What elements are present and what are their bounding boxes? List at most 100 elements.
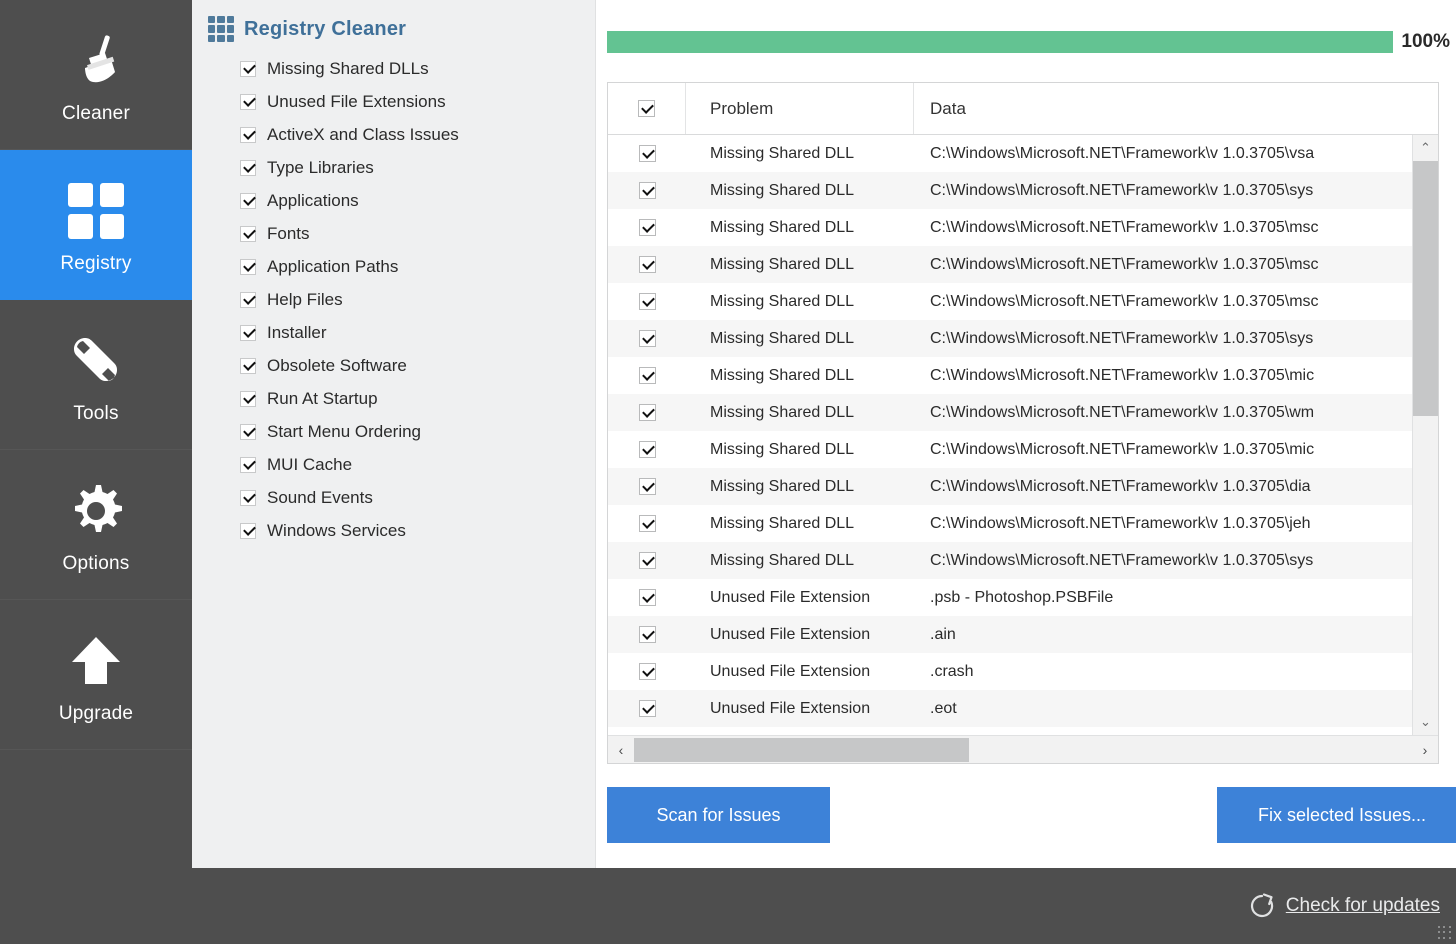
- checkbox-icon[interactable]: [638, 700, 656, 717]
- table-row[interactable]: Missing Shared DLL C:\Windows\Microsoft.…: [608, 246, 1412, 283]
- row-checkbox-cell[interactable]: [608, 441, 686, 458]
- horizontal-scrollbar[interactable]: ‹ ›: [608, 735, 1438, 763]
- select-all-checkbox-icon[interactable]: [638, 100, 655, 117]
- checkbox-icon[interactable]: [638, 663, 656, 680]
- table-row[interactable]: Missing Shared DLL C:\Windows\Microsoft.…: [608, 135, 1412, 172]
- table-row[interactable]: Missing Shared DLL C:\Windows\Microsoft.…: [608, 283, 1412, 320]
- row-checkbox-cell[interactable]: [608, 256, 686, 273]
- table-row[interactable]: Missing Shared DLL C:\Windows\Microsoft.…: [608, 394, 1412, 431]
- table-row[interactable]: Missing Shared DLL C:\Windows\Microsoft.…: [608, 431, 1412, 468]
- checkbox-icon[interactable]: [240, 489, 256, 506]
- checkbox-icon[interactable]: [638, 293, 656, 310]
- checkbox-icon[interactable]: [240, 60, 256, 77]
- checkbox-icon[interactable]: [240, 357, 256, 374]
- row-checkbox-cell[interactable]: [608, 515, 686, 532]
- column-header-problem[interactable]: Problem: [686, 83, 914, 134]
- horizontal-scrollbar-track[interactable]: [634, 736, 1412, 763]
- row-checkbox-cell[interactable]: [608, 478, 686, 495]
- checkbox-icon[interactable]: [240, 522, 256, 539]
- checkbox-icon[interactable]: [638, 256, 656, 273]
- check-item-help-files[interactable]: Help Files: [192, 283, 595, 316]
- check-item-type-libraries[interactable]: Type Libraries: [192, 151, 595, 184]
- vertical-scrollbar-track[interactable]: [1413, 161, 1438, 709]
- row-checkbox-cell[interactable]: [608, 293, 686, 310]
- table-row[interactable]: Missing Shared DLL C:\Windows\Microsoft.…: [608, 357, 1412, 394]
- check-item-obsolete-software[interactable]: Obsolete Software: [192, 349, 595, 382]
- table-row[interactable]: Missing Shared DLL C:\Windows\Microsoft.…: [608, 542, 1412, 579]
- sidebar-item-tools[interactable]: Tools: [0, 300, 192, 450]
- row-checkbox-cell[interactable]: [608, 367, 686, 384]
- row-checkbox-cell[interactable]: [608, 330, 686, 347]
- table-row[interactable]: Missing Shared DLL C:\Windows\Microsoft.…: [608, 209, 1412, 246]
- checkbox-icon[interactable]: [240, 192, 256, 209]
- checkbox-icon[interactable]: [240, 324, 256, 341]
- table-row[interactable]: Missing Shared DLL C:\Windows\Microsoft.…: [608, 172, 1412, 209]
- vertical-scrollbar[interactable]: ⌃ ⌄: [1412, 135, 1438, 735]
- sidebar-item-upgrade[interactable]: Upgrade: [0, 600, 192, 750]
- resize-grip-icon[interactable]: [1438, 926, 1452, 940]
- table-row[interactable]: Unused File Extension .eot: [608, 690, 1412, 727]
- check-item-unused-file-extensions[interactable]: Unused File Extensions: [192, 85, 595, 118]
- check-for-updates-link[interactable]: Check for updates: [1249, 893, 1440, 919]
- checkbox-icon[interactable]: [240, 291, 256, 308]
- checkbox-icon[interactable]: [240, 258, 256, 275]
- check-item-windows-services[interactable]: Windows Services: [192, 514, 595, 547]
- checkbox-icon[interactable]: [638, 182, 656, 199]
- select-all-cell[interactable]: [608, 83, 686, 134]
- checkbox-icon[interactable]: [638, 589, 656, 606]
- check-item-installer[interactable]: Installer: [192, 316, 595, 349]
- check-item-application-paths[interactable]: Application Paths: [192, 250, 595, 283]
- horizontal-scrollbar-thumb[interactable]: [634, 738, 969, 762]
- row-checkbox-cell[interactable]: [608, 663, 686, 680]
- check-item-run-at-startup[interactable]: Run At Startup: [192, 382, 595, 415]
- checkbox-icon[interactable]: [638, 626, 656, 643]
- fix-selected-issues-button[interactable]: Fix selected Issues...: [1217, 787, 1456, 843]
- scan-for-issues-button[interactable]: Scan for Issues: [607, 787, 830, 843]
- check-item-missing-shared-dlls[interactable]: Missing Shared DLLs: [192, 52, 595, 85]
- checkbox-icon[interactable]: [638, 515, 656, 532]
- row-checkbox-cell[interactable]: [608, 700, 686, 717]
- checkbox-icon[interactable]: [240, 159, 256, 176]
- scroll-left-icon[interactable]: ‹: [608, 742, 634, 758]
- table-row[interactable]: Unused File Extension .crash: [608, 653, 1412, 690]
- row-checkbox-cell[interactable]: [608, 626, 686, 643]
- row-checkbox-cell[interactable]: [608, 145, 686, 162]
- checkbox-icon[interactable]: [240, 423, 256, 440]
- column-header-data[interactable]: Data: [914, 99, 1438, 119]
- checkbox-icon[interactable]: [240, 390, 256, 407]
- sidebar-item-registry[interactable]: Registry: [0, 150, 192, 300]
- table-row[interactable]: Unused File Extension .psb - Photoshop.P…: [608, 579, 1412, 616]
- row-checkbox-cell[interactable]: [608, 404, 686, 421]
- checkbox-icon[interactable]: [638, 441, 656, 458]
- checkbox-icon[interactable]: [638, 404, 656, 421]
- sidebar-item-options[interactable]: Options: [0, 450, 192, 600]
- checkbox-icon[interactable]: [638, 478, 656, 495]
- check-item-applications[interactable]: Applications: [192, 184, 595, 217]
- check-item-fonts[interactable]: Fonts: [192, 217, 595, 250]
- vertical-scrollbar-thumb[interactable]: [1413, 161, 1438, 416]
- row-checkbox-cell[interactable]: [608, 182, 686, 199]
- checkbox-icon[interactable]: [240, 126, 256, 143]
- row-checkbox-cell[interactable]: [608, 589, 686, 606]
- table-row[interactable]: Missing Shared DLL C:\Windows\Microsoft.…: [608, 320, 1412, 357]
- checkbox-icon[interactable]: [638, 367, 656, 384]
- scroll-down-icon[interactable]: ⌄: [1413, 709, 1438, 735]
- checkbox-icon[interactable]: [240, 225, 256, 242]
- check-item-mui-cache[interactable]: MUI Cache: [192, 448, 595, 481]
- checkbox-icon[interactable]: [240, 456, 256, 473]
- checkbox-icon[interactable]: [638, 145, 656, 162]
- row-checkbox-cell[interactable]: [608, 219, 686, 236]
- check-item-start-menu-ordering[interactable]: Start Menu Ordering: [192, 415, 595, 448]
- check-item-sound-events[interactable]: Sound Events: [192, 481, 595, 514]
- checkbox-icon[interactable]: [638, 330, 656, 347]
- check-item-activex-and-class-issues[interactable]: ActiveX and Class Issues: [192, 118, 595, 151]
- table-row[interactable]: Missing Shared DLL C:\Windows\Microsoft.…: [608, 468, 1412, 505]
- sidebar-item-cleaner[interactable]: Cleaner: [0, 0, 192, 150]
- row-checkbox-cell[interactable]: [608, 552, 686, 569]
- scroll-right-icon[interactable]: ›: [1412, 742, 1438, 758]
- scroll-up-icon[interactable]: ⌃: [1413, 135, 1438, 161]
- table-row[interactable]: Missing Shared DLL C:\Windows\Microsoft.…: [608, 505, 1412, 542]
- table-row[interactable]: Unused File Extension .ain: [608, 616, 1412, 653]
- checkbox-icon[interactable]: [240, 93, 256, 110]
- checkbox-icon[interactable]: [638, 552, 656, 569]
